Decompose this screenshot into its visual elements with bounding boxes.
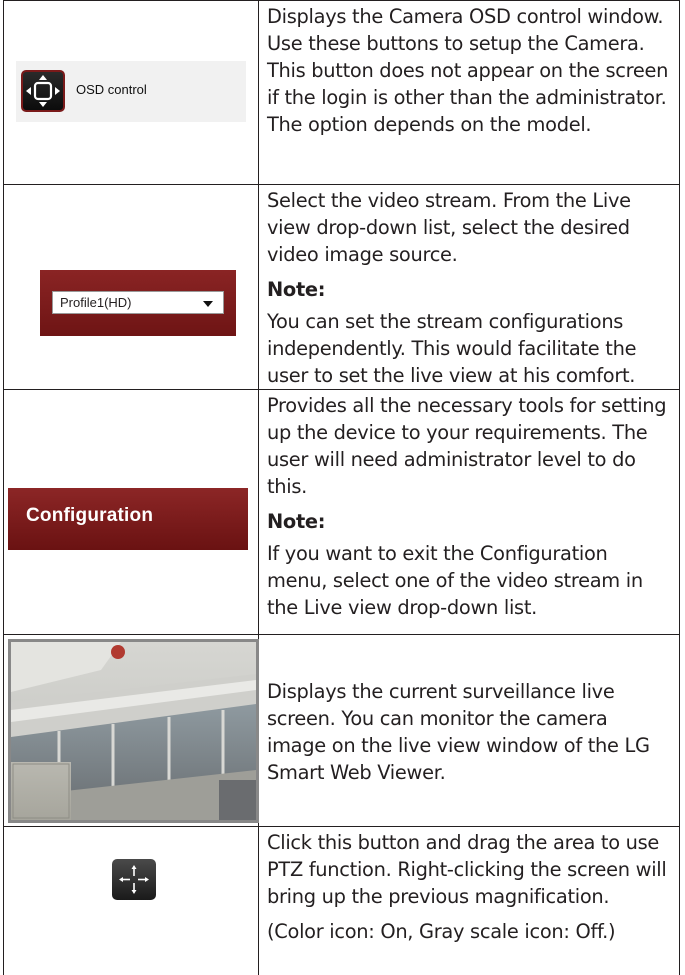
chevron-down-icon bbox=[203, 301, 213, 307]
table-row: Profile1(HD) Select the video stream. Fr… bbox=[3, 184, 680, 390]
description-text: Click this button and drag the area to u… bbox=[267, 831, 667, 908]
osd-control-panel: OSD control bbox=[16, 61, 246, 122]
table-row: Displays the current surveillance live s… bbox=[3, 634, 680, 827]
osd-control-label: OSD control bbox=[76, 82, 147, 97]
icon-cell: Configuration bbox=[3, 389, 259, 635]
move-arrows-icon bbox=[119, 865, 149, 894]
note-label: Note: bbox=[267, 278, 326, 301]
description-text: Displays the current surveillance live s… bbox=[267, 679, 650, 784]
description-cell: Displays the Camera OSD control window. … bbox=[258, 0, 680, 185]
note-label: Note: bbox=[267, 510, 326, 533]
live-view-dropdown[interactable]: Profile1(HD) bbox=[52, 291, 224, 314]
osd-move-icon bbox=[26, 75, 60, 107]
table-row: Configuration Provides all the necessary… bbox=[3, 389, 680, 635]
description-text: Select the video stream. From the Live v… bbox=[267, 189, 631, 266]
ptz-button[interactable] bbox=[112, 859, 156, 900]
table-row: Click this button and drag the area to u… bbox=[3, 826, 680, 975]
note-text: You can set the stream configurations in… bbox=[267, 310, 637, 387]
icon-cell bbox=[3, 826, 259, 975]
description-text: Displays the Camera OSD control window. … bbox=[267, 5, 669, 136]
osd-control-button[interactable] bbox=[21, 70, 65, 112]
surveillance-image bbox=[11, 642, 256, 820]
note-text: If you want to exit the Configuration me… bbox=[267, 542, 643, 619]
configuration-label: Configuration bbox=[26, 505, 154, 526]
description-cell: Click this button and drag the area to u… bbox=[258, 826, 680, 975]
table-row: OSD control Displays the Camera OSD cont… bbox=[3, 0, 680, 185]
configuration-button[interactable]: Configuration bbox=[8, 488, 248, 550]
icon-cell: Profile1(HD) bbox=[3, 184, 259, 390]
status-note: (Color icon: On, Gray scale icon: Off.) bbox=[267, 920, 616, 943]
description-cell: Provides all the necessary tools for set… bbox=[258, 389, 680, 635]
description-text: Provides all the necessary tools for set… bbox=[267, 394, 667, 498]
description-cell: Select the video stream. From the Live v… bbox=[258, 184, 680, 390]
reference-table: OSD control Displays the Camera OSD cont… bbox=[3, 0, 680, 975]
description-cell: Displays the current surveillance live s… bbox=[258, 634, 680, 827]
icon-cell bbox=[3, 634, 259, 827]
live-view-toolbar: Profile1(HD) bbox=[40, 270, 236, 336]
dropdown-value: Profile1(HD) bbox=[60, 295, 132, 310]
icon-cell: OSD control bbox=[3, 0, 259, 185]
live-view-image bbox=[8, 639, 259, 823]
